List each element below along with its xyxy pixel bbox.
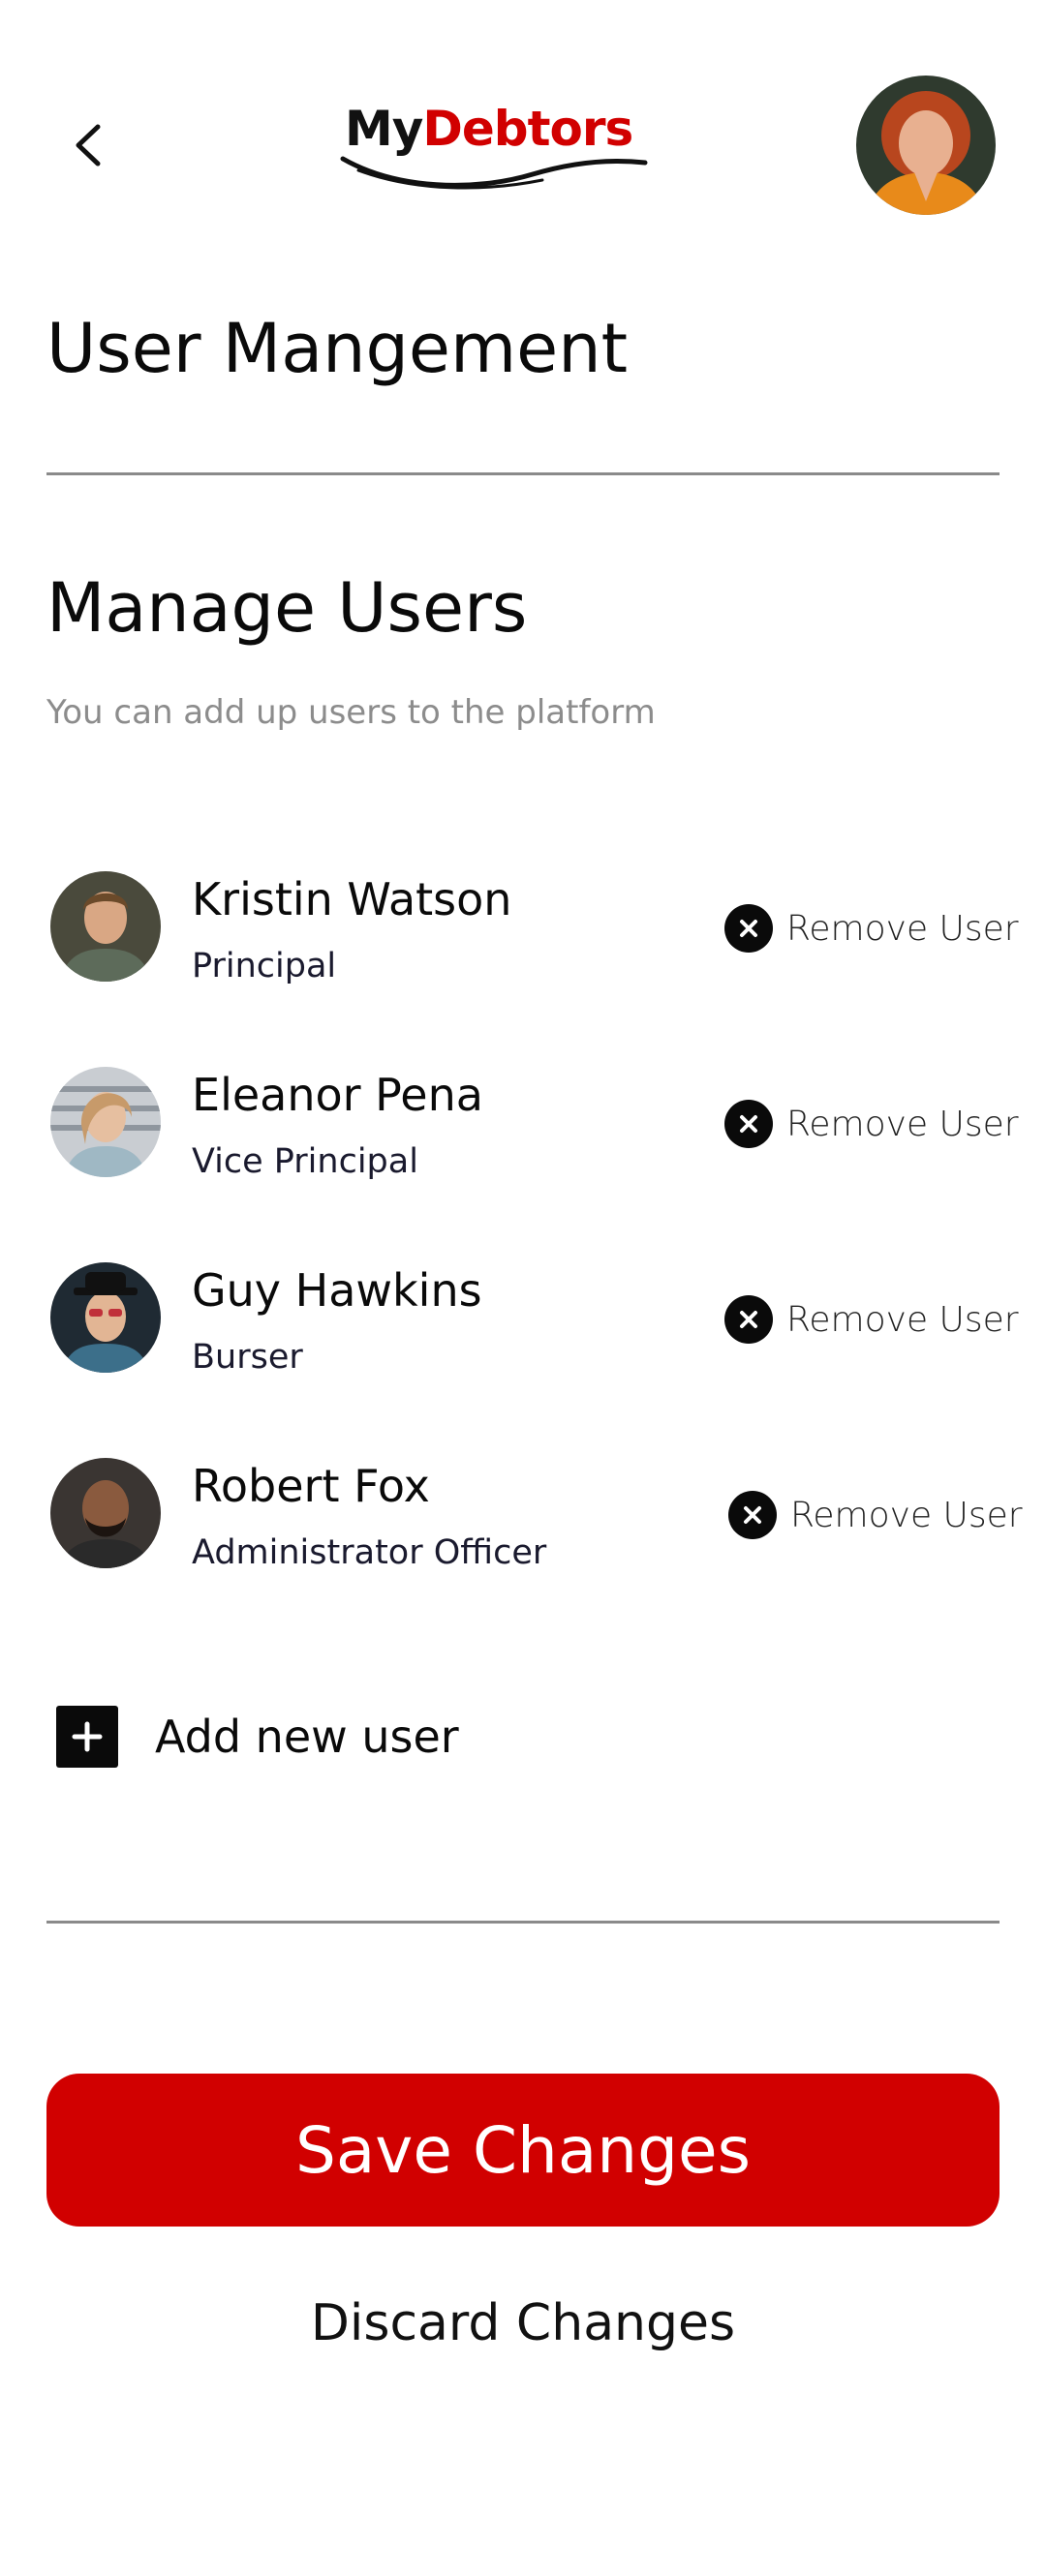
- chevron-left-icon: [76, 124, 101, 167]
- discard-changes-button[interactable]: Discard Changes: [46, 2285, 1000, 2362]
- logo-swoosh: [340, 156, 648, 190]
- avatar: [50, 871, 161, 982]
- remove-user-label: Remove User: [786, 908, 1019, 949]
- avatar: [50, 1458, 161, 1568]
- add-user-label: Add new user: [155, 1711, 459, 1763]
- divider: [46, 1921, 1000, 1924]
- user-name: Guy Hawkins: [192, 1264, 482, 1317]
- user-role: Vice Principal: [192, 1142, 418, 1181]
- user-photo: [50, 1067, 161, 1177]
- remove-user-button[interactable]: Remove User: [724, 1100, 1019, 1148]
- section-subtitle: You can add up users to the platform: [46, 693, 656, 732]
- remove-user-button[interactable]: Remove User: [724, 904, 1019, 953]
- user-photo: [50, 1262, 161, 1373]
- page-title: User Mangement: [46, 309, 629, 388]
- save-changes-button[interactable]: Save Changes: [46, 2074, 1000, 2227]
- plus-square-icon: [56, 1706, 118, 1768]
- remove-user-label: Remove User: [790, 1495, 1023, 1535]
- remove-user-label: Remove User: [786, 1299, 1019, 1340]
- remove-user-button[interactable]: Remove User: [724, 1295, 1019, 1344]
- close-circle-icon: [728, 1491, 777, 1539]
- user-photo: [50, 1458, 161, 1568]
- user-row: Guy Hawkins Burser Remove User: [46, 1258, 1019, 1454]
- avatar: [50, 1067, 161, 1177]
- divider: [46, 472, 1000, 475]
- remove-user-label: Remove User: [786, 1104, 1019, 1144]
- user-name: Eleanor Pena: [192, 1069, 483, 1121]
- avatar: [50, 1262, 161, 1373]
- close-circle-icon: [724, 1295, 773, 1344]
- close-circle-icon: [724, 904, 773, 953]
- section-title: Manage Users: [46, 568, 528, 648]
- user-role: Principal: [192, 947, 337, 985]
- user-name: Kristin Watson: [192, 873, 512, 925]
- user-role: Burser: [192, 1338, 303, 1377]
- close-circle-icon: [724, 1100, 773, 1148]
- user-management-screen: MyDebtors User Mangement Manage Users Yo…: [0, 0, 1046, 2576]
- user-row: Robert Fox Administrator Officer Remove …: [46, 1454, 1023, 1650]
- user-photo: [50, 871, 161, 982]
- remove-user-button[interactable]: Remove User: [728, 1491, 1023, 1539]
- back-button[interactable]: [60, 118, 114, 172]
- user-row: Kristin Watson Principal Remove User: [46, 867, 1019, 1063]
- user-list: Kristin Watson Principal Remove User Ele…: [46, 867, 1023, 1650]
- user-role: Administrator Officer: [192, 1533, 547, 1572]
- app-logo: MyDebtors: [339, 101, 649, 197]
- profile-avatar[interactable]: [856, 76, 996, 215]
- user-name: Robert Fox: [192, 1460, 430, 1512]
- profile-photo: [856, 76, 996, 215]
- user-row: Eleanor Pena Vice Principal Remove User: [46, 1063, 1019, 1258]
- add-user-button[interactable]: Add new user: [56, 1706, 459, 1768]
